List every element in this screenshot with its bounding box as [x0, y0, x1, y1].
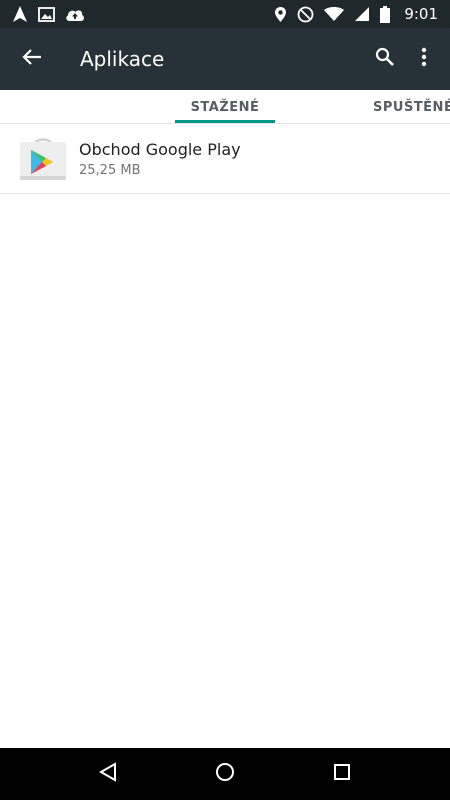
tab-indicator [175, 120, 275, 123]
tab-running[interactable]: SPUŠTĚNÉ [350, 90, 450, 124]
wifi-icon [324, 6, 345, 22]
app-list: Obchod Google Play 25,25 MB [0, 124, 450, 194]
status-bar: 9:01 [0, 0, 450, 28]
do-not-disturb-icon [297, 6, 314, 23]
list-item[interactable]: Obchod Google Play 25,25 MB [0, 124, 450, 194]
search-icon [375, 47, 395, 71]
status-right-icons: 9:01 [274, 5, 438, 23]
more-vert-icon [421, 47, 427, 71]
nav-home-button[interactable] [195, 748, 255, 800]
arrow-left-icon [22, 48, 42, 70]
navigation-bar [0, 748, 450, 800]
home-circle-icon [215, 762, 235, 786]
more-options-button[interactable] [406, 28, 442, 90]
image-icon [38, 6, 55, 22]
nav-recents-button[interactable] [312, 748, 372, 800]
back-triangle-icon [99, 762, 117, 786]
recents-square-icon [333, 763, 351, 785]
tab-bar: STAŽENÉ SPUŠTĚNÉ [0, 90, 450, 124]
search-button[interactable] [364, 28, 406, 90]
location-pin-icon [274, 6, 287, 23]
tab-downloaded[interactable]: STAŽENÉ [175, 90, 275, 124]
status-time: 9:01 [404, 5, 438, 23]
navigation-arrow-icon [12, 5, 28, 23]
cloud-upload-icon [65, 7, 85, 22]
status-left-icons [12, 5, 85, 23]
page-title: Aplikace [80, 47, 165, 71]
app-size: 25,25 MB [79, 162, 141, 178]
google-play-store-icon [17, 133, 69, 185]
app-name: Obchod Google Play [79, 139, 241, 159]
battery-icon [380, 5, 391, 23]
app-bar: Aplikace [0, 28, 450, 90]
cellular-signal-icon [354, 6, 370, 22]
back-button[interactable] [2, 28, 62, 90]
nav-back-button[interactable] [78, 748, 138, 800]
list-item-text: Obchod Google Play 25,25 MB [79, 140, 241, 178]
